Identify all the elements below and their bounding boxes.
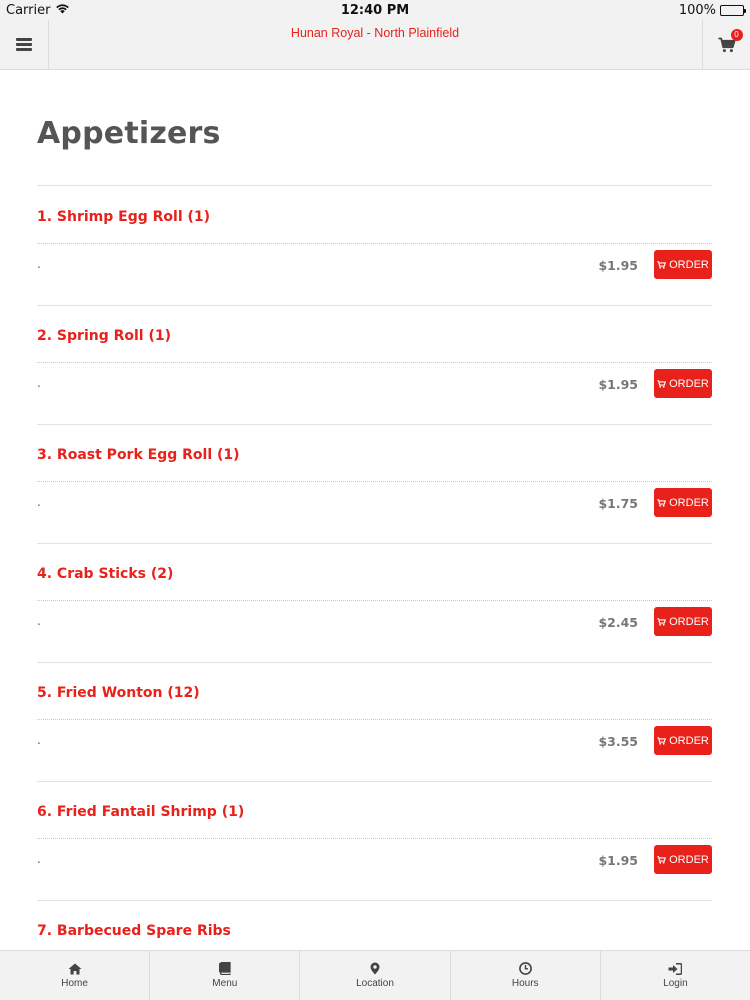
item-description: . (37, 257, 41, 271)
menu-item[interactable]: 7. Barbecued Spare Ribs (37, 901, 712, 950)
cart-icon (657, 736, 667, 745)
item-name[interactable]: 4. Crab Sticks (2) (37, 566, 173, 582)
cart-icon (657, 498, 667, 507)
title-divider (37, 185, 712, 186)
tab-hours[interactable]: Hours (451, 951, 601, 1000)
order-button[interactable]: ORDER (654, 250, 712, 279)
item-divider (37, 481, 712, 482)
order-label: ORDER (669, 377, 709, 390)
battery-percent: 100% (678, 3, 716, 18)
tab-label: Login (663, 977, 688, 989)
menu-item[interactable]: 4. Crab Sticks (2) . $2.45 ORDER (37, 544, 712, 663)
tab-menu[interactable]: Menu (150, 951, 301, 1000)
tab-label: Menu (212, 978, 238, 989)
section-title: Appetizers (37, 116, 221, 151)
item-divider (37, 838, 712, 839)
item-price: $1.95 (598, 853, 638, 868)
item-price: $1.95 (598, 377, 638, 392)
order-button[interactable]: ORDER (654, 369, 712, 398)
status-bar: Carrier 12:40 PM 100% (0, 0, 750, 20)
tab-label: Location (356, 978, 394, 989)
tab-home[interactable]: Home (0, 951, 151, 1000)
menu-item[interactable]: 1. Shrimp Egg Roll (1) . $1.95 ORDER (37, 187, 712, 306)
battery-icon (720, 5, 746, 16)
item-name[interactable]: 2. Spring Roll (1) (37, 328, 171, 344)
item-description: . (37, 852, 41, 866)
battery-info: 100% (678, 3, 746, 18)
item-description: . (37, 495, 41, 509)
tab-login[interactable]: Login (601, 951, 750, 1000)
item-divider (37, 719, 712, 720)
item-divider (37, 243, 712, 244)
order-button[interactable]: ORDER (654, 726, 712, 755)
item-name[interactable]: 3. Roast Pork Egg Roll (1) (37, 447, 240, 463)
item-price: $2.45 (598, 615, 638, 630)
cart-count-badge: 0 (730, 28, 743, 41)
item-name[interactable]: 1. Shrimp Egg Roll (1) (37, 209, 210, 225)
item-price: $1.95 (598, 258, 638, 273)
order-button[interactable]: ORDER (654, 845, 712, 874)
menu-item[interactable]: 2. Spring Roll (1) . $1.95 ORDER (37, 306, 712, 425)
item-divider (37, 600, 712, 601)
menu-content: Appetizers 1. Shrimp Egg Roll (1) . $1.9… (0, 70, 750, 950)
item-divider (37, 362, 712, 363)
menu-item[interactable]: 3. Roast Pork Egg Roll (1) . $1.75 ORDER (37, 425, 712, 544)
bottom-tab-bar: Home Menu Location Hours Login (0, 950, 750, 1000)
tab-label: Hours (511, 978, 539, 989)
item-price: $3.55 (598, 734, 638, 749)
clock-icon (518, 962, 532, 975)
menu-item[interactable]: 5. Fried Wonton (12) . $3.55 ORDER (37, 663, 712, 782)
order-label: ORDER (669, 853, 709, 866)
item-description: . (37, 376, 41, 390)
item-name[interactable]: 5. Fried Wonton (12) (37, 685, 200, 701)
top-navbar: Hunan Royal - North Plainfield 0 (0, 20, 750, 70)
item-name[interactable]: 6. Fried Fantail Shrimp (1) (37, 804, 244, 820)
order-label: ORDER (669, 615, 709, 628)
login-icon (668, 962, 683, 975)
tab-location[interactable]: Location (300, 951, 451, 1000)
home-icon (68, 963, 82, 974)
cart-icon (657, 260, 667, 269)
order-label: ORDER (669, 734, 709, 747)
order-button[interactable]: ORDER (654, 607, 712, 636)
order-button[interactable]: ORDER (654, 488, 712, 517)
cart-icon (657, 617, 667, 626)
cart-icon (657, 379, 667, 388)
item-price: $1.75 (598, 496, 638, 511)
item-description: . (37, 733, 41, 747)
item-name[interactable]: 7. Barbecued Spare Ribs (37, 923, 231, 939)
menu-item[interactable]: 6. Fried Fantail Shrimp (1) . $1.95 ORDE… (37, 782, 712, 901)
item-description: . (37, 614, 41, 628)
order-label: ORDER (669, 258, 709, 271)
cart-icon (657, 855, 667, 864)
cart-button[interactable]: 0 (702, 20, 750, 69)
book-icon (219, 962, 231, 975)
tab-label: Home (61, 977, 88, 989)
map-pin-icon (370, 962, 380, 975)
clock-time: 12:40 PM (340, 3, 410, 18)
order-label: ORDER (669, 496, 709, 509)
restaurant-title: Hunan Royal - North Plainfield (290, 26, 460, 40)
